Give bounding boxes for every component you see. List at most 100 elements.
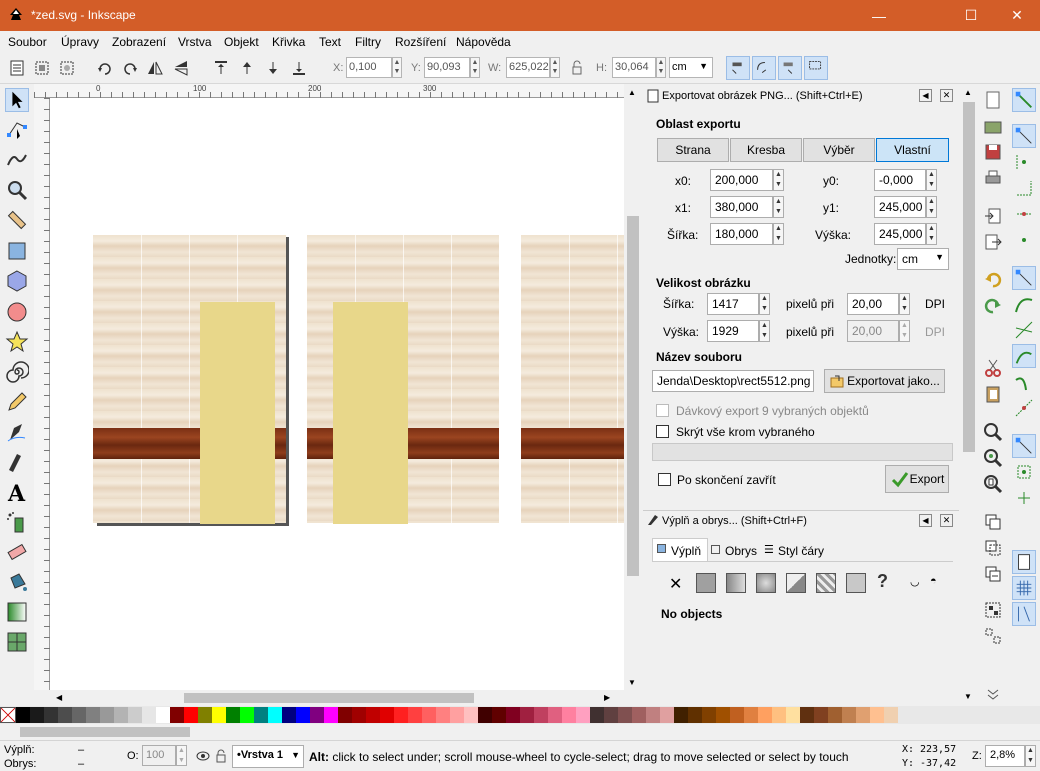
canvas-vertical-scrollbar[interactable]: ▲ ▼ — [624, 84, 642, 704]
palette-swatch[interactable] — [688, 707, 702, 723]
select-all-layers-icon[interactable] — [33, 59, 51, 77]
layer-select[interactable]: •Vrstva 1 ▼ — [232, 745, 304, 768]
linear-gradient-icon[interactable] — [726, 573, 746, 593]
cut-icon[interactable] — [983, 358, 1003, 378]
palette-swatch[interactable] — [422, 707, 436, 723]
menu-krivka[interactable]: Křivka — [272, 35, 305, 49]
snap-guides-icon[interactable] — [1012, 602, 1036, 626]
palette-swatch[interactable] — [828, 707, 842, 723]
palette-swatch[interactable] — [156, 707, 170, 723]
palette-swatch[interactable] — [674, 707, 688, 723]
scroll-thumb[interactable] — [20, 727, 190, 737]
palette-swatch[interactable] — [590, 707, 604, 723]
palette-swatch[interactable] — [58, 707, 72, 723]
yellow-rectangle[interactable] — [200, 302, 275, 524]
select-all-icon[interactable] — [8, 59, 26, 77]
zoom-input[interactable]: 2,8% — [985, 745, 1025, 767]
palette-swatch[interactable] — [16, 707, 30, 723]
spiral-tool-icon[interactable] — [5, 360, 29, 384]
fill-indicator-value[interactable]: – — [78, 744, 84, 756]
tab-fill[interactable]: Výplň — [652, 538, 708, 562]
palette-swatch[interactable] — [856, 707, 870, 723]
palette-swatch[interactable] — [30, 707, 44, 723]
scroll-down-icon[interactable]: ▼ — [628, 678, 636, 687]
y0-input[interactable]: -0,000 — [874, 169, 926, 191]
hide-all-except-checkbox[interactable] — [656, 425, 669, 438]
ellipse-tool-icon[interactable] — [5, 300, 29, 324]
unlink-clone-icon[interactable] — [983, 564, 1003, 584]
x1-stepper[interactable]: ▲ ▼ — [773, 196, 784, 218]
eye-icon[interactable] — [196, 750, 210, 762]
palette-swatch[interactable] — [184, 707, 198, 723]
pencil-tool-icon[interactable] — [5, 390, 29, 414]
iconify-icon[interactable]: ◀ — [919, 514, 932, 527]
snap-bbox-icon[interactable] — [1012, 124, 1036, 148]
menu-rozsireni[interactable]: Rozšíření — [395, 35, 446, 49]
palette-swatch[interactable] — [576, 707, 590, 723]
new-document-icon[interactable] — [983, 90, 1003, 110]
dock-scrollbar[interactable]: ▲ ▼ — [960, 84, 978, 706]
snap-paths-icon[interactable] — [1012, 292, 1036, 316]
close-icon[interactable]: ✕ — [940, 514, 953, 527]
close-when-done-checkbox[interactable] — [658, 473, 671, 486]
area-page-button[interactable]: Strana — [657, 138, 729, 162]
palette-swatch[interactable] — [506, 707, 520, 723]
ungroup-icon[interactable] — [983, 626, 1003, 646]
x0-stepper[interactable]: ▲ ▼ — [773, 169, 784, 191]
node-tool-icon[interactable] — [5, 117, 29, 141]
palette-swatch[interactable] — [198, 707, 212, 723]
palette-swatch[interactable] — [478, 707, 492, 723]
h-stepper[interactable]: ▲ ▼ — [656, 57, 666, 78]
w-stepper[interactable]: ▲ ▼ — [550, 57, 560, 78]
spray-tool-icon[interactable] — [5, 510, 29, 534]
fill-rule-nonzero-icon[interactable]: ◓ — [930, 575, 937, 587]
area-width-input[interactable]: 180,000 — [710, 223, 773, 245]
flip-vertical-icon[interactable] — [172, 59, 190, 77]
unset-paint-icon[interactable]: ? — [877, 571, 888, 592]
yellow-rectangle[interactable] — [333, 302, 408, 524]
clone-icon[interactable] — [983, 538, 1003, 558]
paint-bucket-tool-icon[interactable] — [5, 570, 29, 594]
area-custom-button[interactable]: Vlastní — [876, 138, 949, 162]
image-height-input[interactable]: 1929 — [707, 320, 759, 342]
flip-horizontal-icon[interactable] — [146, 59, 164, 77]
scroll-thumb[interactable] — [184, 693, 474, 703]
snap-bbox-corner-icon[interactable] — [1012, 176, 1036, 200]
lock-icon[interactable] — [568, 59, 586, 77]
iconify-icon[interactable]: ◀ — [919, 89, 932, 102]
palette-swatch[interactable] — [296, 707, 310, 723]
palette-swatch[interactable] — [128, 707, 142, 723]
zoom-tool-icon[interactable] — [5, 178, 29, 202]
snap-bbox-center-icon[interactable] — [1012, 228, 1036, 252]
snap-nodes-icon[interactable] — [1012, 266, 1036, 290]
palette-swatch[interactable] — [408, 707, 422, 723]
menu-text[interactable]: Text — [319, 35, 341, 49]
x0-input[interactable]: 200,000 — [710, 169, 773, 191]
open-folder-icon[interactable] — [983, 116, 1003, 136]
palette-swatch[interactable] — [814, 707, 828, 723]
area-drawing-button[interactable]: Kresba — [730, 138, 802, 162]
palette-swatch[interactable] — [282, 707, 296, 723]
no-color-swatch-icon[interactable] — [0, 707, 16, 723]
palette-swatch[interactable] — [310, 707, 324, 723]
palette-swatch[interactable] — [520, 707, 534, 723]
palette-swatch[interactable] — [240, 707, 254, 723]
palette-swatch[interactable] — [870, 707, 884, 723]
pen-tool-icon[interactable] — [5, 420, 29, 444]
snap-bbox-edge-icon[interactable] — [1012, 150, 1036, 174]
swatch-icon[interactable] — [846, 573, 866, 593]
scroll-up-icon[interactable]: ▲ — [964, 88, 972, 97]
selector-tool-icon[interactable] — [5, 88, 29, 112]
palette-swatch[interactable] — [254, 707, 268, 723]
stroke-indicator-value[interactable]: – — [78, 758, 84, 770]
group-icon[interactable] — [983, 600, 1003, 620]
x-stepper[interactable]: ▲ ▼ — [392, 57, 402, 78]
snap-midpoints-icon[interactable] — [1012, 396, 1036, 420]
scroll-up-icon[interactable]: ▲ — [628, 88, 636, 97]
menu-vrstva[interactable]: Vrstva — [178, 35, 212, 49]
snap-smooth-nodes-icon[interactable] — [1012, 370, 1036, 394]
h-input[interactable]: 30,064 — [612, 57, 656, 78]
y1-input[interactable]: 245,000 — [874, 196, 926, 218]
scroll-right-icon[interactable]: ▶ — [604, 693, 610, 702]
w-input[interactable]: 625,022 — [506, 57, 550, 78]
